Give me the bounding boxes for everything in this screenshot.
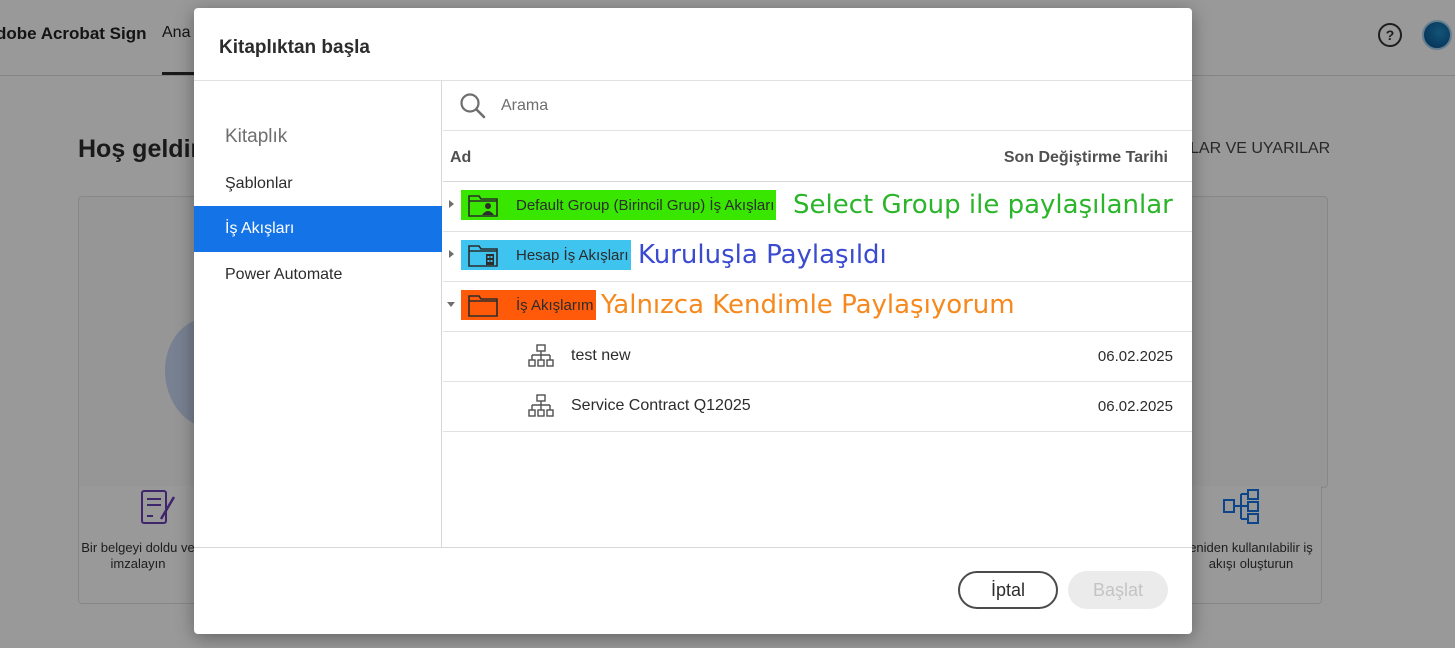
- workflow-icon: [528, 394, 554, 417]
- group-folder-icon: [468, 195, 498, 217]
- cancel-button[interactable]: İptal: [958, 571, 1058, 609]
- table-header: Ad Son Değiştirme Tarihi: [443, 131, 1192, 182]
- annotation-group-shared: Select Group ile paylaşılanlar: [793, 190, 1173, 220]
- folder-label-mine: İş Akışlarım: [461, 290, 596, 320]
- column-header-name[interactable]: Ad: [450, 149, 471, 167]
- search-input[interactable]: [501, 93, 1161, 119]
- sidebar-item-templates[interactable]: Şablonlar: [194, 161, 442, 207]
- folder-row-my-workflows[interactable]: İş Akışlarım Yalnızca Kendimle Paylaşıyo…: [443, 282, 1192, 332]
- footer-divider: [194, 547, 1192, 548]
- folder-name: Default Group (Birincil Grup) İş Akışlar…: [516, 196, 775, 214]
- folder-label-account: Hesap İş Akışları: [461, 240, 631, 270]
- folder-name: Hesap İş Akışları: [516, 246, 629, 264]
- search-icon: [460, 93, 486, 119]
- dialog-title: Kitaplıktan başla: [219, 37, 370, 58]
- column-header-modified-date[interactable]: Son Değiştirme Tarihi: [1004, 149, 1168, 167]
- start-from-library-dialog: Kitaplıktan başla Kitaplık Şablonlar İş …: [194, 8, 1192, 634]
- workflow-row[interactable]: Service Contract Q12025 06.02.2025: [443, 382, 1192, 432]
- chevron-down-icon[interactable]: [447, 302, 455, 307]
- annotation-self-shared: Yalnızca Kendimle Paylaşıyorum: [601, 290, 1015, 320]
- folder-icon: [468, 295, 498, 317]
- sidebar-item-workflows[interactable]: İş Akışları: [194, 206, 442, 252]
- workflow-modified-date: 06.02.2025: [1097, 348, 1173, 365]
- folder-name: İş Akışlarım: [516, 296, 594, 314]
- chevron-right-icon[interactable]: [449, 250, 454, 258]
- workflow-icon: [528, 344, 554, 367]
- annotation-org-shared: Kuruluşla Paylaşıldı: [638, 240, 887, 270]
- folder-row-group-workflows[interactable]: Default Group (Birincil Grup) İş Akışlar…: [443, 182, 1192, 232]
- folder-label-group: Default Group (Birincil Grup) İş Akışlar…: [461, 190, 777, 220]
- account-folder-icon: [468, 245, 498, 267]
- workflow-row[interactable]: test new 06.02.2025: [443, 332, 1192, 382]
- workflow-modified-date: 06.02.2025: [1097, 398, 1173, 415]
- library-sidebar: Kitaplık Şablonlar İş Akışları Power Aut…: [194, 81, 442, 547]
- sidebar-item-power-automate[interactable]: Power Automate: [194, 252, 442, 298]
- workflow-name: test new: [571, 347, 631, 364]
- start-button[interactable]: Başlat: [1068, 571, 1168, 609]
- search-bar: [443, 81, 1192, 131]
- library-content: Ad Son Değiştirme Tarihi Default Group (…: [443, 81, 1192, 547]
- workflow-name: Service Contract Q12025: [571, 397, 751, 414]
- folder-row-account-workflows[interactable]: Hesap İş Akışları Kuruluşla Paylaşıldı: [443, 232, 1192, 282]
- chevron-right-icon[interactable]: [449, 200, 454, 208]
- sidebar-heading: Kitaplık: [225, 126, 288, 147]
